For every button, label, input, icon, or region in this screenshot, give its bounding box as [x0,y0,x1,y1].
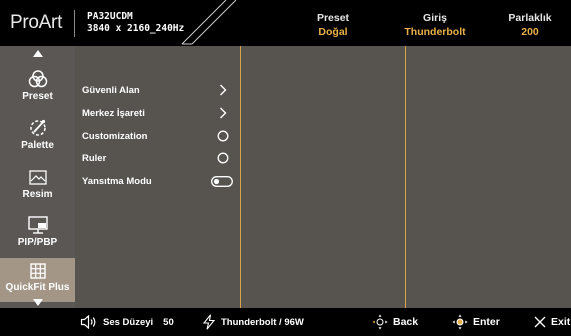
radio-icon[interactable] [211,130,235,142]
sidebar-item-label: Palette [21,140,54,151]
exit-label: Exit [551,316,571,328]
volume-status[interactable]: Ses Düzeyi 50 [80,308,174,336]
grid-icon [29,263,46,279]
model-info: PA32UCDM 3840 x 2160_240Hz [87,11,184,35]
volume-label: Ses Düzeyi [103,316,154,328]
scroll-up-button[interactable] [0,46,75,60]
close-icon [534,316,546,328]
input-value: Thunderbolt [404,26,466,38]
enter-button[interactable]: Enter [452,308,500,336]
chevron-right-icon [211,84,235,96]
menu-item-ruler[interactable]: Ruler [82,148,237,168]
input-label: Giriş [423,12,447,24]
sidebar-item-palette[interactable]: Palette [0,116,75,158]
power-source-status: Thunderbolt / 96W [202,308,304,336]
preset-value: Doğal [318,26,348,38]
menu-item-label: Ruler [82,152,107,164]
menu-panels: Güvenli Alan Merkez İşareti Customizatio… [75,46,571,308]
brightness-value: 200 [521,26,539,38]
menu-item-guvenli-alan[interactable]: Güvenli Alan [82,80,237,100]
panel-divider [240,46,241,308]
pip-icon [27,216,48,234]
proart-logo: ProArt [10,12,63,33]
sidebar-item-label: QuickFit Plus [5,282,70,293]
image-icon [28,170,47,185]
triangle-up-icon [32,50,43,57]
toggle-icon[interactable] [209,175,235,187]
brightness-label: Parlaklık [508,12,552,24]
sidebar: Preset Palette Resim PIP/PBP QuickFit Pl… [0,46,75,308]
sidebar-item-pip-pbp[interactable]: PIP/PBP [0,214,75,256]
exit-button[interactable]: Exit [534,308,570,336]
menu-item-label: Merkez İşareti [82,107,145,119]
menu-item-label: Güvenli Alan [82,84,140,96]
logo-divider [74,10,75,37]
enter-label: Enter [473,316,500,328]
sidebar-item-label: PIP/PBP [17,237,58,248]
menu-item-label: Customization [82,130,148,142]
header-bar: ProArt PA32UCDM 3840 x 2160_240Hz Preset… [0,0,571,46]
menu-item-customization[interactable]: Customization [82,126,237,146]
menu-item-yansitma-modu[interactable]: Yansıtma Modu [82,171,237,191]
palette-icon [29,119,46,136]
back-button[interactable]: Back [372,308,418,336]
model-name: PA32UCDM [87,11,133,22]
footer-bar: Ses Düzeyi 50 Thunderbolt / 96W Back Ent… [0,308,571,336]
preset-label: Preset [316,12,350,24]
back-label: Back [393,316,419,328]
model-resolution: 3840 x 2160_240Hz [87,23,185,34]
menu-item-label: Yansıtma Modu [82,175,152,187]
joystick-left-icon [372,314,388,330]
sidebar-item-resim[interactable]: Resim [0,168,75,208]
sidebar-item-preset[interactable]: Preset [0,63,75,110]
menu-item-merkez-isareti[interactable]: Merkez İşareti [82,103,237,123]
joystick-press-icon [452,314,468,330]
scroll-down-button[interactable] [0,294,75,308]
speaker-icon [80,315,96,329]
preset-icon [28,70,47,88]
volume-value: 50 [163,316,174,328]
header-preset-status: Preset Doğal [288,11,378,39]
power-source-label: Thunderbolt / 96W [221,316,304,328]
panel-divider [405,46,406,308]
sidebar-item-label: Resim [22,189,53,200]
lightning-icon [202,314,216,330]
radio-icon[interactable] [211,152,235,164]
sidebar-item-label: Preset [22,91,53,102]
triangle-down-icon [32,299,43,306]
header-brightness-status: Parlaklık 200 [490,11,570,39]
header-input-status: Giriş Thunderbolt [385,11,485,39]
chevron-right-icon [211,107,235,119]
header-slash-decoration [181,0,237,45]
